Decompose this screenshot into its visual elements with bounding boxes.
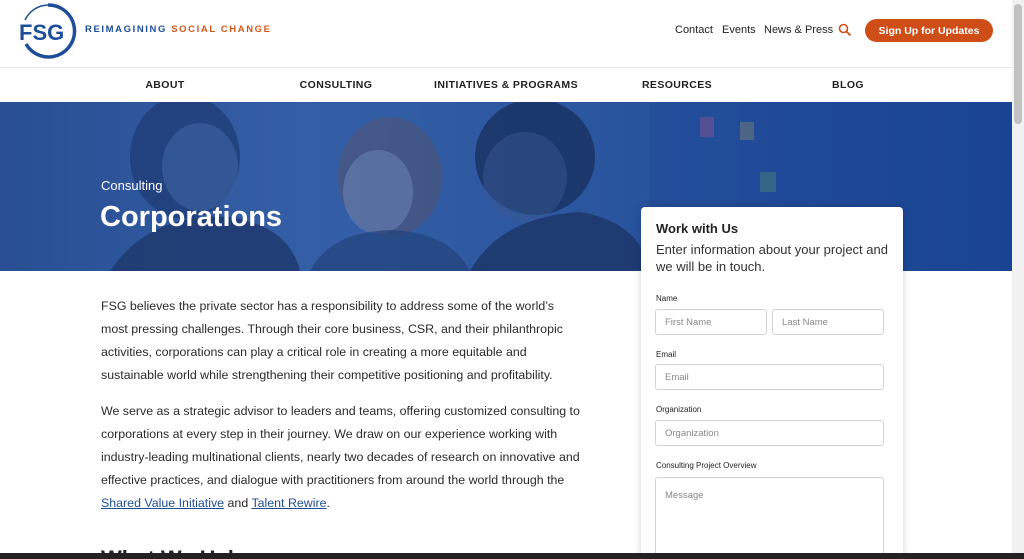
svg-text:FSG: FSG	[19, 20, 64, 45]
organization-field[interactable]: Organization	[655, 420, 884, 446]
form-title: Work with Us	[656, 221, 739, 236]
work-with-us-form: Work with Us Enter information about you…	[641, 207, 903, 559]
name-label: Name	[656, 294, 678, 303]
email-label: Email	[656, 350, 677, 359]
bottom-edge	[0, 553, 1024, 559]
contact-link[interactable]: Contact	[675, 24, 713, 36]
tagline: REIMAGINING SOCIAL CHANGE	[85, 24, 272, 35]
message-field[interactable]: Message	[655, 477, 884, 555]
advisor-paragraph: We serve as a strategic advisor to leade…	[101, 404, 580, 510]
email-field[interactable]: Email	[655, 364, 884, 390]
nav-consulting[interactable]: CONSULTING	[300, 79, 373, 91]
fsg-logo[interactable]: FSG	[18, 2, 78, 60]
main-nav: ABOUT CONSULTING INITIATIVES & PROGRAMS …	[0, 68, 1012, 102]
shared-value-initiative-link[interactable]: Shared Value Initiative	[101, 496, 224, 510]
site-header: FSG REIMAGINING SOCIAL CHANGE Contact Ev…	[0, 0, 1012, 68]
nav-resources[interactable]: RESOURCES	[642, 79, 712, 91]
events-link[interactable]: Events	[722, 24, 756, 36]
last-name-field[interactable]: Last Name	[772, 309, 884, 335]
nav-initiatives-programs[interactable]: INITIATIVES & PROGRAMS	[434, 79, 578, 91]
search-icon[interactable]	[838, 23, 852, 37]
page-title: Corporations	[100, 201, 283, 233]
nav-blog[interactable]: BLOG	[832, 79, 864, 91]
nav-about[interactable]: ABOUT	[145, 79, 184, 91]
tagline-part1: REIMAGINING	[85, 24, 167, 35]
form-subtitle: Enter information about your project and…	[656, 242, 888, 274]
tagline-part2: SOCIAL CHANGE	[171, 24, 272, 35]
scrollbar-thumb[interactable]	[1014, 4, 1022, 124]
talent-rewire-link[interactable]: Talent Rewire	[251, 496, 326, 510]
news-press-link[interactable]: News & Press	[764, 24, 833, 36]
first-name-field[interactable]: First Name	[655, 309, 767, 335]
overview-label: Consulting Project Overview	[656, 461, 757, 470]
sign-up-button[interactable]: Sign Up for Updates	[865, 19, 993, 42]
hero-eyebrow: Consulting	[101, 178, 163, 193]
intro-paragraph: FSG believes the private sector has a re…	[101, 299, 563, 382]
page-scrollbar[interactable]	[1012, 0, 1024, 559]
organization-label: Organization	[656, 405, 702, 414]
